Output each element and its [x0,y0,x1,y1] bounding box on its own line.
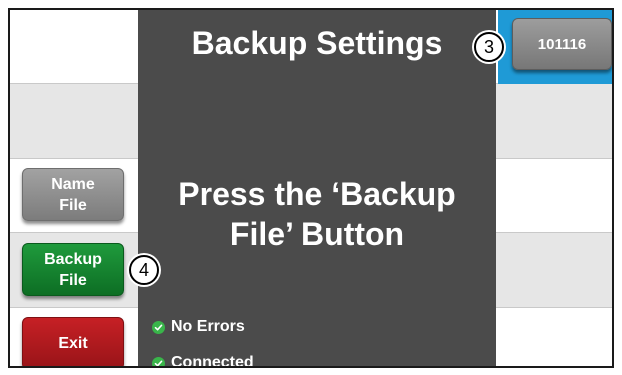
callout-4: 4 [129,255,159,285]
status-label: No Errors [171,318,245,335]
status-connected: Connected [152,354,254,368]
name-file-button-label: Name File [51,175,95,214]
status-label: Connected [171,354,254,368]
status-no-errors: No Errors [152,318,245,336]
backup-file-button[interactable]: Backup File [22,243,124,296]
device-screen: 101116 Name File Backup File Exit Backup… [8,8,614,368]
exit-button[interactable]: Exit [22,317,124,366]
page-title: Backup Settings [191,25,443,61]
check-circle-icon [152,356,165,366]
backup-settings-dialog: Backup Settings Press the ‘Backup File’ … [138,10,496,368]
backup-file-button-label: Backup File [44,250,102,289]
instruction-text: Press the ‘Backup File’ Button [178,176,456,252]
check-circle-icon [152,320,165,334]
instruction-message: Press the ‘Backup File’ Button [138,174,496,254]
name-file-button[interactable]: Name File [22,168,124,221]
exit-button-label: Exit [58,335,88,352]
id-button[interactable]: 101116 [512,18,612,70]
callout-3: 3 [474,32,504,62]
